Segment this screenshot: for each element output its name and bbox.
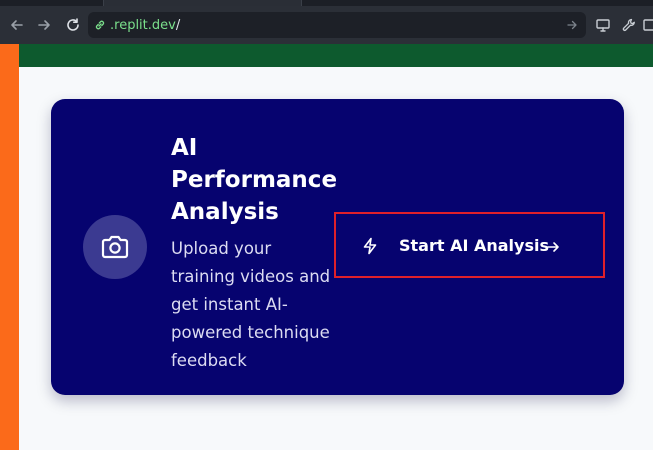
sidebar-accent-strip — [0, 44, 19, 450]
browser-toolbar: .replit.dev/ — [0, 6, 653, 45]
wrench-icon — [622, 18, 635, 32]
camera-badge — [83, 215, 147, 279]
reload-button[interactable] — [60, 6, 86, 44]
url-go-button[interactable] — [564, 17, 580, 33]
camera-icon — [101, 235, 129, 259]
arrow-right-icon — [567, 20, 577, 30]
url-path: / — [175, 17, 181, 33]
arrow-left-icon — [11, 20, 23, 30]
window-icon — [643, 19, 653, 31]
header-bar — [19, 44, 653, 67]
devtools-button[interactable] — [617, 6, 641, 44]
card-title: AI Performance Analysis — [171, 135, 338, 225]
arrow-right-icon — [38, 20, 50, 30]
forward-button[interactable] — [31, 6, 57, 44]
reload-icon — [67, 18, 79, 31]
link-icon — [95, 20, 105, 30]
new-window-button[interactable] — [642, 6, 653, 44]
card-description: Upload your training videos and get inst… — [171, 239, 331, 370]
url-text: .replit.dev/ — [110, 18, 180, 33]
url-domain: .replit.dev — [110, 17, 176, 33]
monitor-icon — [596, 19, 610, 32]
address-bar[interactable]: .replit.dev/ — [88, 12, 586, 38]
arrow-right-icon — [547, 242, 559, 252]
back-button[interactable] — [4, 6, 30, 44]
bolt-icon — [363, 237, 377, 255]
devices-button[interactable] — [591, 6, 615, 44]
start-ai-analysis-button[interactable]: Start AI Analysis — [334, 212, 605, 278]
start-ai-analysis-label: Start AI Analysis — [399, 236, 549, 255]
